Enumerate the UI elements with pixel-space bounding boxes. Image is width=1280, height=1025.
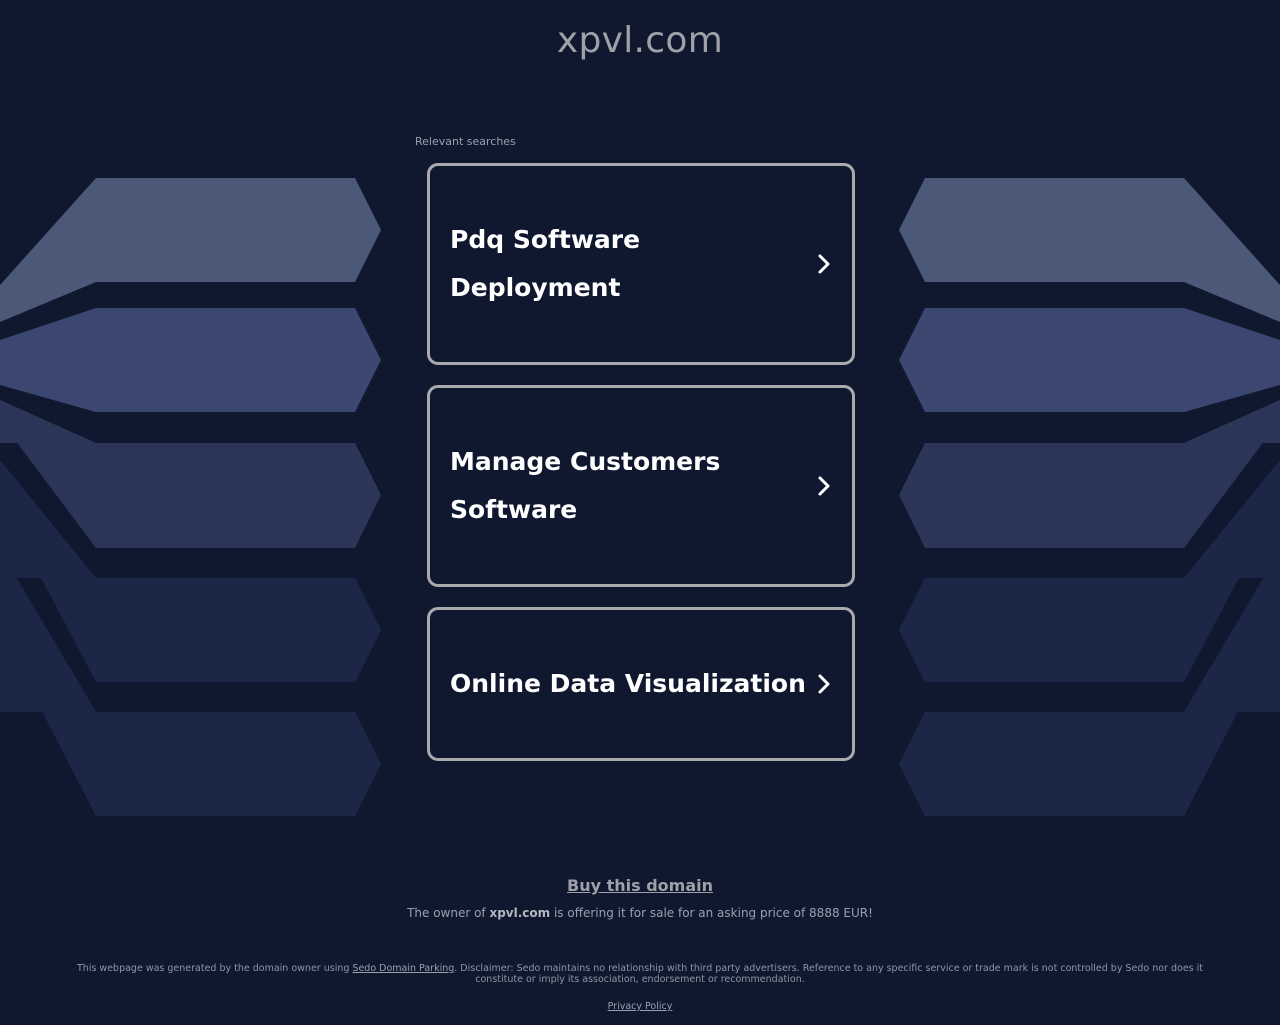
offer-domain: xpvl.com [489,906,551,920]
offer-suffix: is offering it for sale for an asking pr… [550,906,873,920]
domain-title: xpvl.com [556,20,724,61]
search-card-label: Online Data Visualization [450,669,806,698]
search-card-label: Manage Customers Software [450,447,721,524]
search-card-online-data-visualization[interactable]: Online Data Visualization [427,607,855,761]
privacy-section: Privacy Policy [0,1001,1280,1012]
page-content: xpvl.com Relevant searches Pdq Software … [0,0,1280,1025]
offer-prefix: The owner of [407,906,490,920]
search-card-label: Pdq Software Deployment [450,225,641,302]
search-card-pdq-software-deployment[interactable]: Pdq Software Deployment [427,163,855,365]
disclaimer: This webpage was generated by the domain… [60,963,1220,985]
buy-domain-section: Buy this domain [0,876,1280,895]
sedo-domain-parking-link[interactable]: Sedo Domain Parking [352,963,454,974]
relevant-searches-label: Relevant searches [415,135,516,148]
buy-domain-link[interactable]: Buy this domain [567,876,713,895]
privacy-policy-link[interactable]: Privacy Policy [608,1001,673,1012]
chevron-right-icon [818,476,830,496]
disclaimer-prefix: This webpage was generated by the domain… [77,963,353,974]
search-card-manage-customers-software[interactable]: Manage Customers Software [427,385,855,587]
chevron-right-icon [818,254,830,274]
disclaimer-text: . Disclaimer: Sedo maintains no relation… [454,963,1203,985]
chevron-right-icon [818,674,830,694]
sale-offer-text: The owner of xpvl.com is offering it for… [0,906,1280,920]
